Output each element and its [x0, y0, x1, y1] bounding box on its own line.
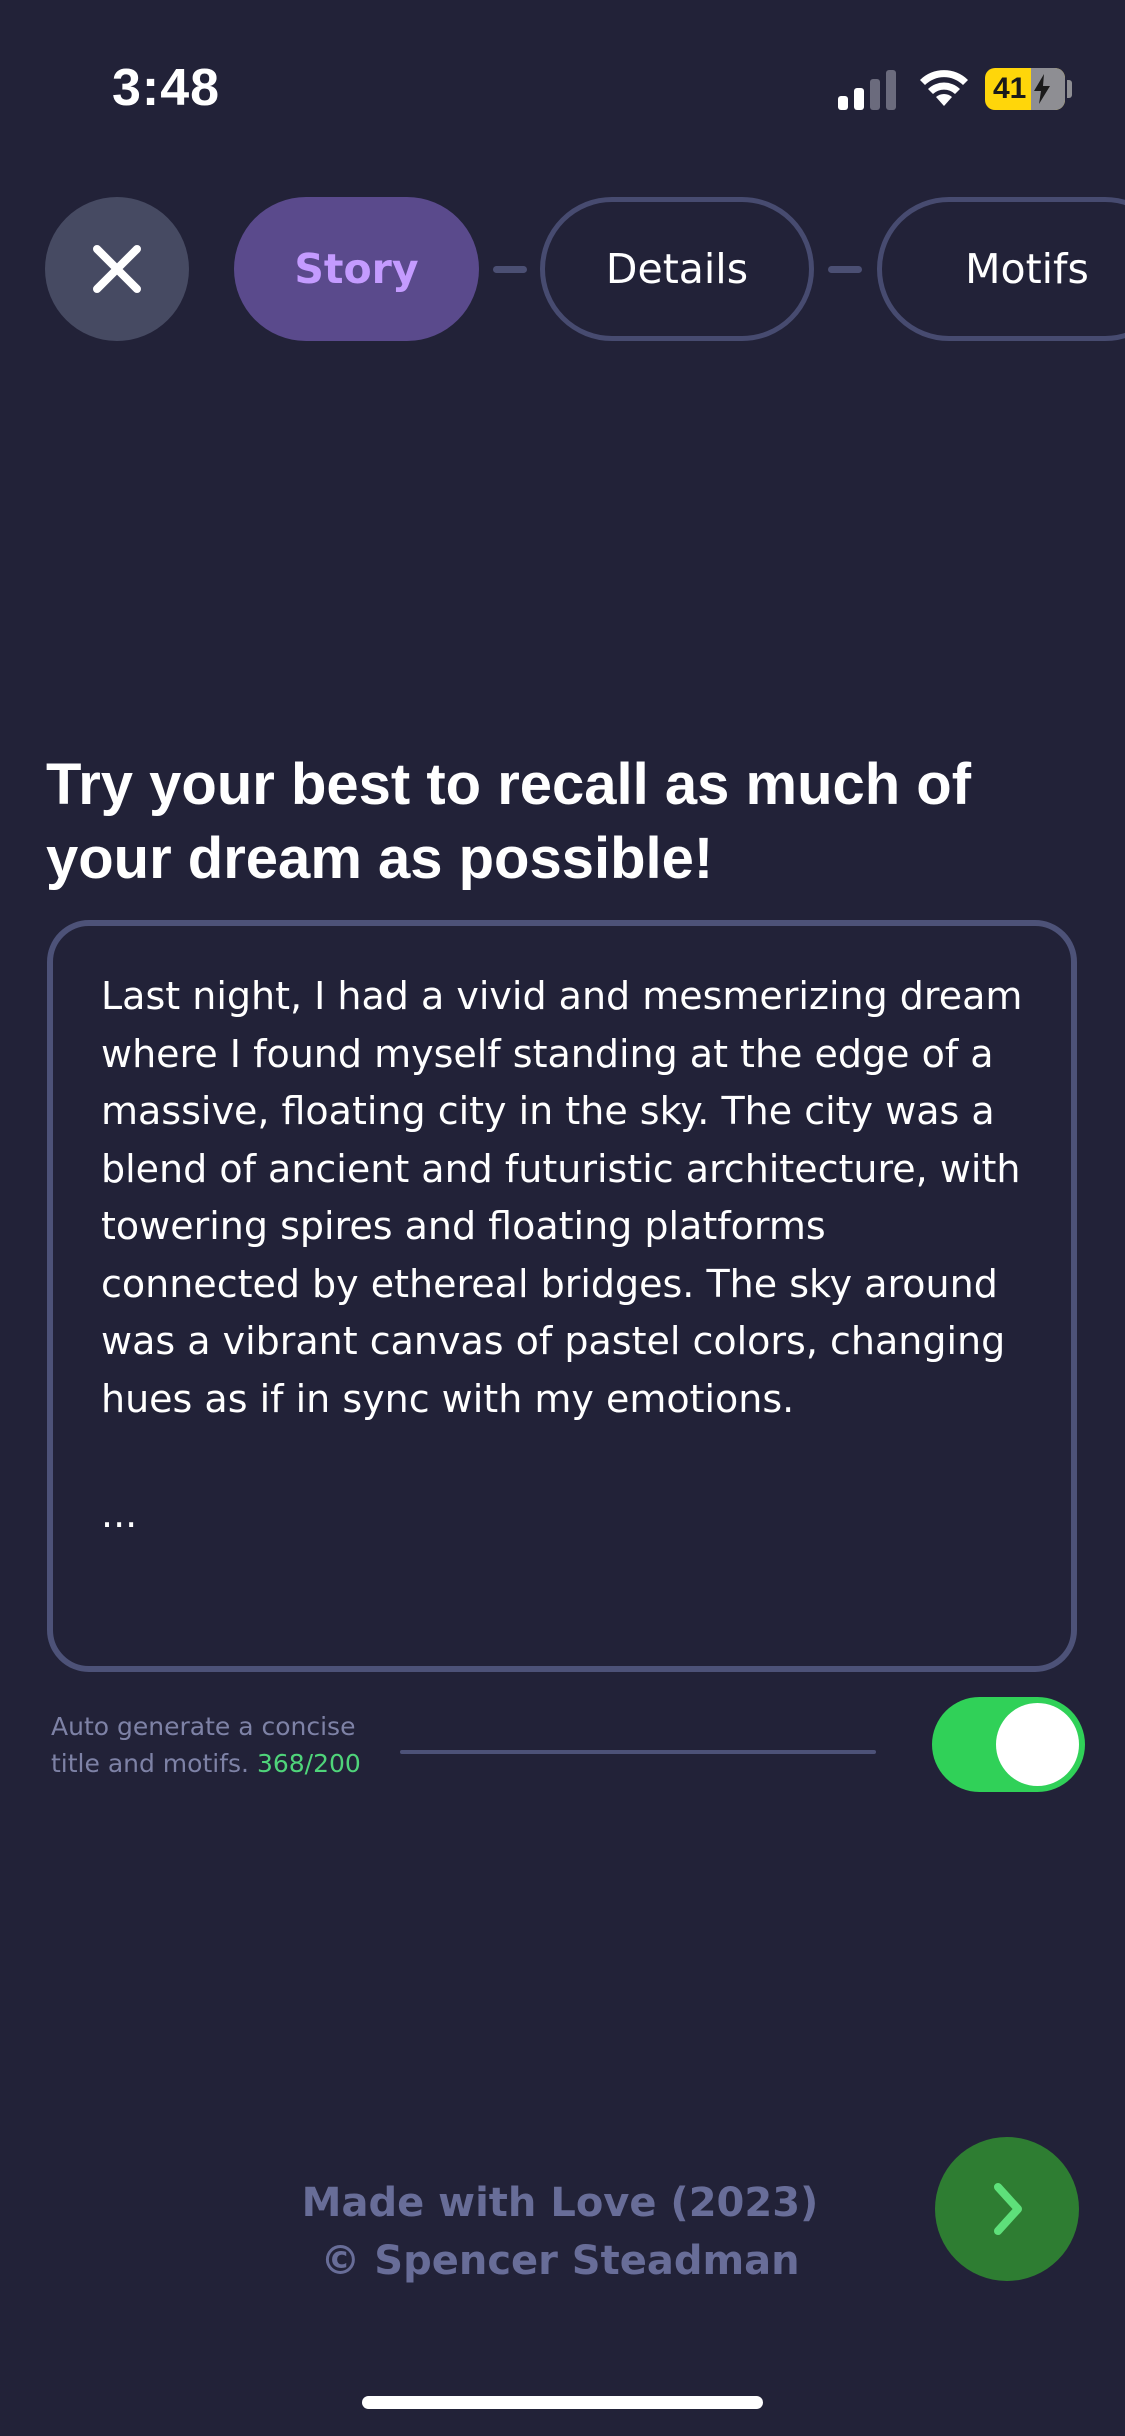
footer-line-1: Made with Love (2023)	[301, 2180, 819, 2226]
dream-text-area[interactable]: Last night, I had a vivid and mesmerizin…	[47, 920, 1077, 1672]
next-button[interactable]	[935, 2137, 1079, 2281]
step-connector	[828, 266, 862, 273]
step-story[interactable]: Story	[234, 197, 479, 341]
step-connector	[493, 266, 527, 273]
battery-level: 41	[993, 72, 1027, 105]
charging-bolt-icon	[1034, 74, 1050, 104]
dream-text: Last night, I had a vivid and mesmerizin…	[101, 974, 1023, 1536]
status-time: 3:48	[112, 59, 221, 117]
prompt-title: Try your best to recall as much of your …	[46, 752, 972, 891]
battery-nub	[1067, 80, 1072, 98]
close-icon	[93, 245, 141, 293]
step-motifs[interactable]: Motifs	[877, 197, 1125, 341]
auto-generate-toggle[interactable]	[932, 1697, 1085, 1792]
close-button[interactable]	[45, 197, 189, 341]
chevron-right-icon	[994, 2183, 1022, 2235]
signal-icon	[838, 70, 896, 110]
toggle-knob	[996, 1703, 1079, 1786]
home-indicator[interactable]	[362, 2396, 763, 2409]
footer-credits: Made with Love (2023) © Spencer Steadman	[260, 2174, 860, 2290]
wifi-icon	[920, 70, 968, 106]
character-progress-track	[400, 1750, 876, 1754]
footer-line-2: © Spencer Steadman	[320, 2238, 800, 2284]
character-count: 368/200	[256, 1749, 361, 1778]
battery-icon: 41	[985, 68, 1065, 110]
step-details[interactable]: Details	[540, 197, 814, 341]
auto-generate-label: Auto generate a concise title and motifs…	[51, 1708, 391, 1782]
